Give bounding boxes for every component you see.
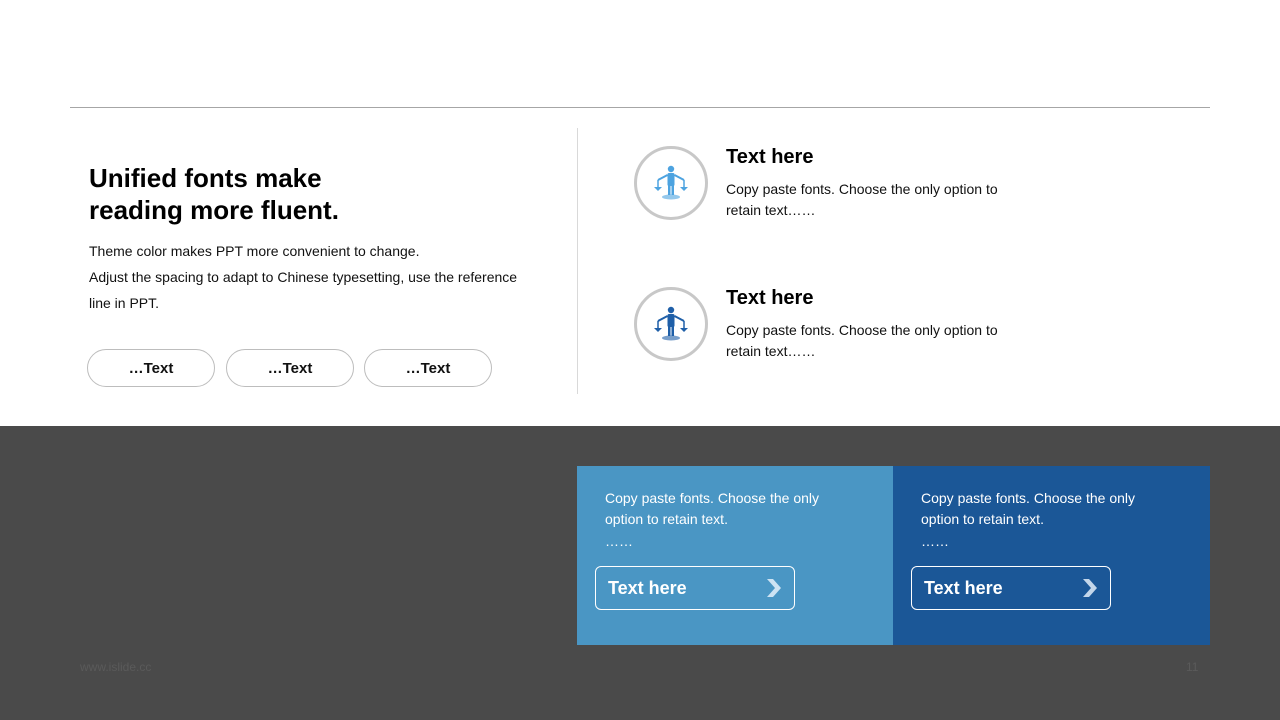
description-line-1: Theme color makes PPT more convenient to…	[89, 243, 420, 259]
column-divider	[577, 128, 578, 394]
headline-line-1: Unified fonts make	[89, 163, 322, 193]
feature-title: Text here	[726, 146, 814, 168]
card-action-button[interactable]: Text here	[911, 566, 1111, 610]
scales-person-icon	[654, 165, 688, 200]
chevron-right-icon	[1083, 579, 1097, 597]
description: Theme color makes PPT more convenient to…	[89, 238, 537, 316]
headline-line-2: reading more fluent.	[89, 195, 339, 225]
info-card-light-blue: Copy paste fonts. Choose the only option…	[577, 466, 894, 645]
text-pill-button-3[interactable]: …Text	[364, 349, 492, 387]
card-ellipsis: ……	[605, 533, 633, 549]
page-number: 11	[1186, 660, 1199, 674]
feature-icon-ring	[634, 146, 708, 220]
info-card-dark-blue: Copy paste fonts. Choose the only option…	[893, 466, 1210, 645]
card-button-label: Text here	[924, 577, 1003, 598]
footer-url: www.islide.cc	[80, 660, 152, 674]
card-action-button[interactable]: Text here	[595, 566, 795, 610]
chevron-right-icon	[767, 579, 781, 597]
feature-body: Copy paste fonts. Choose the only option…	[726, 322, 998, 359]
feature-item: Text here Copy paste fonts. Choose the o…	[634, 146, 1054, 226]
scales-person-icon	[654, 306, 688, 341]
feature-icon-ring	[634, 287, 708, 361]
feature-body: Copy paste fonts. Choose the only option…	[726, 181, 998, 218]
feature-title: Text here	[726, 287, 814, 309]
card-button-label: Text here	[608, 577, 687, 598]
card-text: Copy paste fonts. Choose the only option…	[921, 490, 1136, 527]
headline: Unified fonts make reading more fluent.	[89, 162, 389, 226]
card-text: Copy paste fonts. Choose the only option…	[605, 490, 820, 527]
text-pill-button-1[interactable]: …Text	[87, 349, 215, 387]
feature-item: Text here Copy paste fonts. Choose the o…	[634, 287, 1054, 367]
description-line-2: Adjust the spacing to adapt to Chinese t…	[89, 269, 518, 311]
text-pill-button-2[interactable]: …Text	[226, 349, 354, 387]
header-rule	[70, 107, 1210, 108]
card-ellipsis: ……	[921, 533, 949, 549]
